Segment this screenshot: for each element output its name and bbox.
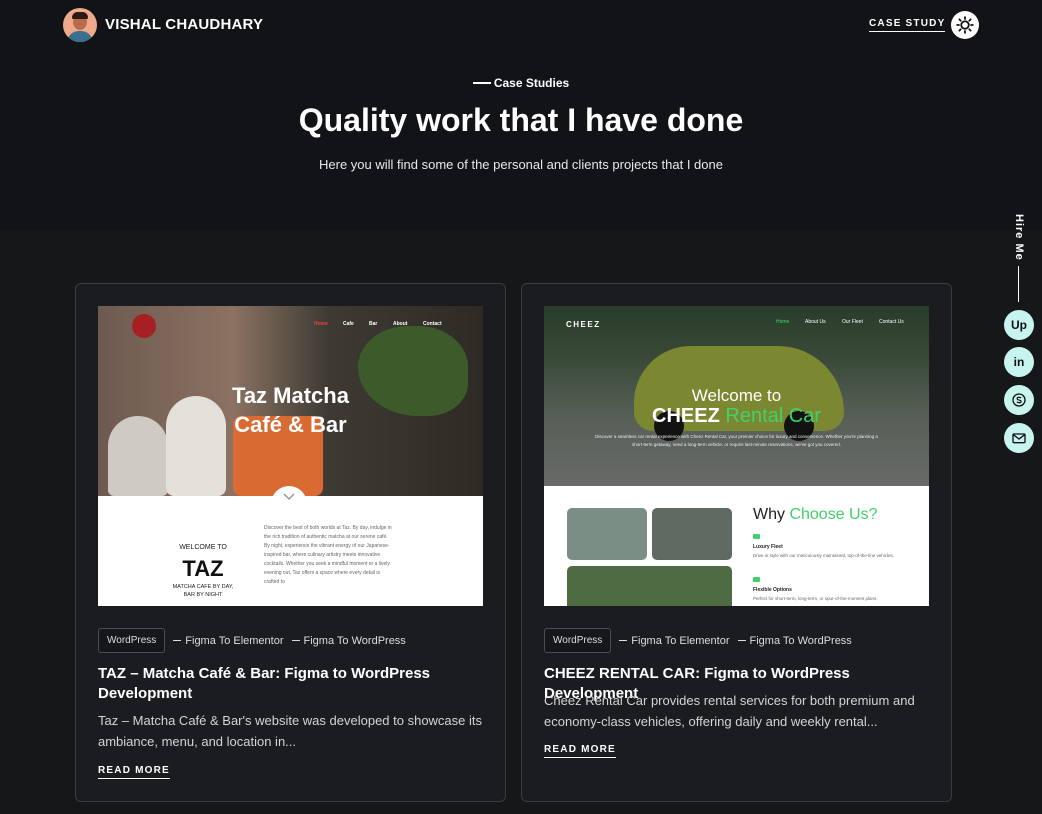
car-photo [567, 566, 732, 606]
skype-icon [1012, 393, 1026, 407]
read-more-link[interactable]: READ MORE [98, 765, 170, 779]
email-link[interactable] [1004, 423, 1034, 453]
thumb-nav-item: Bar [369, 321, 378, 327]
thumb-nav-item: Home [776, 319, 790, 325]
thumb-paragraph: Discover the best of both worlds at Taz.… [264, 525, 392, 585]
upwork-link[interactable]: Up [1004, 310, 1034, 340]
thumb-nav-item: Cafe [343, 321, 354, 327]
car-icon [753, 577, 760, 582]
avatar[interactable] [63, 8, 97, 42]
thumb-why-heading: Why Choose Us? [753, 506, 878, 523]
thumb-big-title: TAZ [182, 556, 224, 581]
case-study-card-cheez[interactable]: CHEEZ Home About Us Our Fleet Contact Us… [521, 283, 952, 802]
thumb-feature-title: Flexible Options [753, 587, 792, 593]
tag-list: WordPress Figma To Elementor Figma To Wo… [544, 628, 852, 653]
card-title[interactable]: TAZ – Matcha Café & Bar: Figma to WordPr… [98, 664, 483, 704]
thumb-welcome: WELCOME TO [179, 544, 227, 551]
thumb-nav-item: Contact [423, 321, 442, 327]
tag-figma-to-elementor[interactable]: Figma To Elementor [619, 635, 730, 647]
read-more-link[interactable]: READ MORE [544, 744, 616, 758]
case-study-thumbnail-taz[interactable]: Home Cafe Bar About Contact Taz Matcha Ca… [98, 306, 483, 606]
thumb-brand: CHEEZ Rental Car [652, 405, 821, 427]
car-photo [567, 508, 647, 560]
hire-me-link[interactable]: Hire Me [1011, 214, 1027, 304]
card-description: Cheez Rental Car provides rental service… [544, 693, 915, 729]
thumb-welcome: Welcome to [691, 386, 782, 405]
section-eyebrow: Case Studies [0, 76, 1042, 90]
case-study-thumbnail-cheez[interactable]: CHEEZ Home About Us Our Fleet Contact Us… [544, 306, 929, 606]
nav-case-study-link[interactable]: CASE STUDY [869, 18, 946, 32]
card-description: Taz – Matcha Café & Bar's website was de… [98, 713, 483, 749]
chevron-down-icon [271, 486, 307, 508]
hire-me-label[interactable]: Hire Me [1013, 214, 1025, 261]
thumb-nav-item: About [393, 321, 408, 327]
case-study-card-taz[interactable]: Home Cafe Bar About Contact Taz Matcha Ca… [75, 283, 506, 802]
tag-wordpress[interactable]: WordPress [544, 628, 612, 653]
thumb-nav-item: Our Fleet [842, 319, 863, 325]
thumb-nav-item: About Us [805, 319, 826, 325]
hire-me-divider [1018, 266, 1019, 302]
thumb-small-text: MATCHA CAFE BY DAY, BAR BY NIGHT [172, 584, 234, 598]
car-icon [753, 534, 760, 539]
tag-figma-to-wordpress[interactable]: Figma To WordPress [291, 635, 406, 647]
thumb-feature-desc: Perfect for short-term, long-term, or sp… [753, 596, 878, 601]
site-name[interactable]: VISHAL CHAUDHARY [105, 16, 263, 33]
tag-list: WordPress Figma To Elementor Figma To Wo… [98, 628, 406, 653]
site-header: VISHAL CHAUDHARY CASE STUDY [0, 0, 1042, 50]
page-subtitle: Here you will find some of the personal … [319, 157, 723, 172]
car-photo [652, 508, 732, 560]
cheez-logo: CHEEZ [566, 320, 601, 329]
thumb-nav-item: Home [314, 321, 328, 327]
tag-figma-to-elementor[interactable]: Figma To Elementor [173, 635, 284, 647]
upwork-icon: Up [1011, 318, 1027, 332]
tag-wordpress[interactable]: WordPress [98, 628, 166, 653]
page-title: Quality work that I have done [298, 102, 744, 138]
thumb-nav-item: Contact Us [879, 319, 904, 325]
thumb-feature-title: Luxury Fleet [753, 544, 783, 550]
theme-toggle-button[interactable] [951, 11, 979, 39]
skype-link[interactable] [1004, 385, 1034, 415]
linkedin-link[interactable]: in [1004, 347, 1034, 377]
thumb-tagline: Discover a seamless car rental experienc… [595, 434, 878, 447]
linkedin-icon: in [1013, 355, 1025, 369]
mail-icon [1012, 433, 1026, 444]
taz-logo [132, 314, 156, 338]
sun-icon [956, 16, 974, 34]
thumb-feature-desc: Drive in style with our meticulously mai… [753, 553, 895, 558]
thumb-headline: Taz Matcha Café & Bar [232, 383, 349, 437]
tag-figma-to-wordpress[interactable]: Figma To WordPress [737, 635, 852, 647]
